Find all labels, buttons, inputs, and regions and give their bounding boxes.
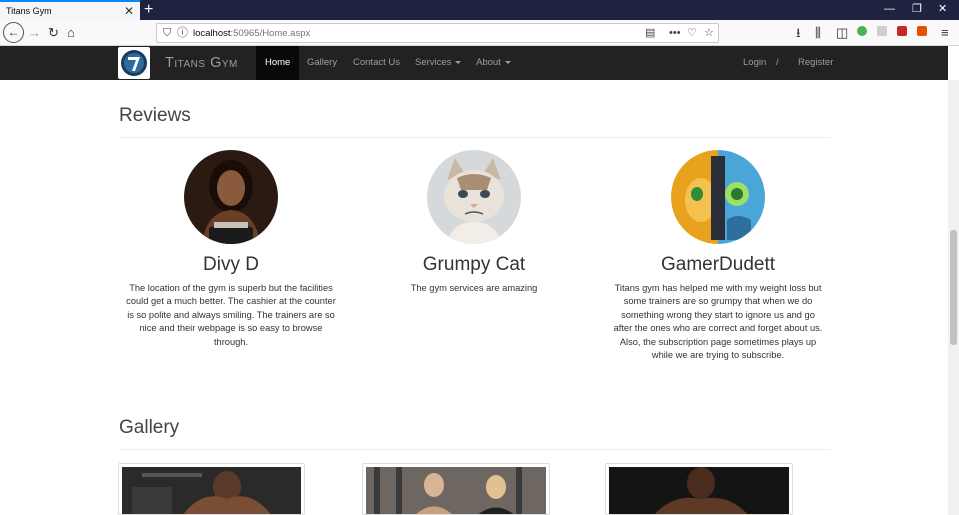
sidebar-icon[interactable]: ◫ — [836, 24, 848, 42]
close-window-icon[interactable]: ✕ — [938, 2, 947, 16]
scrollbar-thumb[interactable] — [950, 230, 957, 345]
browser-toolbar: ← → ↻ ⌂ ⛉ ⓘ localhost:50965/Home.aspx ▤ … — [0, 20, 959, 46]
site-brand[interactable]: Titans Gym — [165, 55, 238, 71]
extension-shield-icon[interactable] — [897, 26, 907, 36]
gallery-divider — [119, 449, 831, 450]
nav-contact[interactable]: Contact Us — [353, 46, 400, 80]
nav-home[interactable]: Home — [256, 46, 300, 80]
gallery-image — [366, 467, 546, 514]
gallery-thumbnail[interactable] — [118, 463, 305, 515]
shield-icon[interactable]: ⛉ — [163, 26, 171, 40]
bookmark-star-icon[interactable]: ☆ — [704, 26, 714, 40]
reviewer-avatar — [427, 150, 521, 244]
site-navbar: Titans Gym Home Gallery Contact Us Servi… — [0, 46, 948, 80]
info-icon[interactable]: ⓘ — [177, 26, 188, 40]
minimize-icon[interactable]: — — [884, 2, 895, 16]
url-bar[interactable]: ⛉ ⓘ localhost:50965/Home.aspx ▤ ••• ♡ ☆ — [156, 23, 719, 43]
nav-services-label: Services — [415, 57, 452, 68]
tab-title: Titans Gym — [6, 6, 52, 16]
reviewer-name: GamerDudett — [660, 254, 776, 275]
nav-services[interactable]: Services — [415, 46, 462, 80]
reviewer-avatar — [671, 150, 765, 244]
nav-about-label: About — [476, 57, 501, 68]
pocket-icon[interactable]: ♡ — [687, 26, 697, 40]
review-text: Titans gym has helped me with my weight … — [613, 283, 823, 361]
nav-register[interactable]: Register — [798, 46, 833, 80]
new-tab-icon[interactable]: + — [144, 0, 153, 20]
page-actions-icon[interactable]: ••• — [669, 26, 681, 40]
review-card: Divy D The location of the gym is superb… — [125, 150, 337, 349]
reviewer-avatar — [184, 150, 278, 244]
reviews-heading: Reviews — [119, 105, 191, 126]
review-card: Grumpy Cat The gym services are amazing — [368, 150, 580, 295]
review-text: The location of the gym is superb but th… — [126, 283, 336, 347]
caret-down-icon — [455, 60, 462, 64]
caret-down-icon — [504, 60, 511, 64]
reload-icon[interactable]: ↻ — [48, 24, 59, 42]
gallery-image — [122, 467, 301, 514]
review-text: The gym services are amazing — [410, 283, 538, 293]
extension-grey-icon[interactable] — [877, 26, 887, 36]
gallery-thumbnail[interactable] — [605, 463, 793, 515]
gallery-image — [609, 467, 789, 514]
browser-tab-strip: Titans Gym ✕ + — ❐ ✕ — [0, 0, 959, 20]
downloads-icon[interactable]: ⭳ — [796, 24, 801, 42]
home-icon[interactable]: ⌂ — [67, 24, 75, 42]
close-tab-icon[interactable]: ✕ — [124, 4, 134, 18]
reviewer-name: Grumpy Cat — [422, 254, 526, 275]
restore-icon[interactable]: ❐ — [912, 2, 922, 16]
gallery-thumbnail[interactable] — [362, 463, 550, 515]
forward-icon[interactable]: → — [28, 24, 41, 42]
gym-logo[interactable] — [118, 47, 150, 79]
menu-icon[interactable]: ≡ — [941, 24, 949, 42]
url-text[interactable]: localhost:50965/Home.aspx — [193, 28, 310, 39]
browser-tab[interactable]: Titans Gym ✕ — [0, 0, 140, 20]
library-icon[interactable]: ⫼ — [815, 24, 821, 42]
back-icon[interactable]: ← — [3, 22, 24, 43]
nav-about[interactable]: About — [476, 46, 511, 80]
gallery-heading: Gallery — [119, 417, 180, 438]
reviewer-name: Divy D — [203, 254, 259, 275]
nav-separator: / — [776, 57, 779, 68]
nav-login[interactable]: Login — [743, 46, 766, 80]
extension-megaphone-icon[interactable] — [917, 26, 927, 36]
extension-green-icon[interactable] — [857, 26, 867, 36]
nav-gallery[interactable]: Gallery — [307, 46, 337, 80]
reader-view-icon[interactable]: ▤ — [645, 26, 655, 40]
review-card: GamerDudett Titans gym has helped me wit… — [612, 150, 824, 362]
reviews-divider — [119, 137, 831, 138]
